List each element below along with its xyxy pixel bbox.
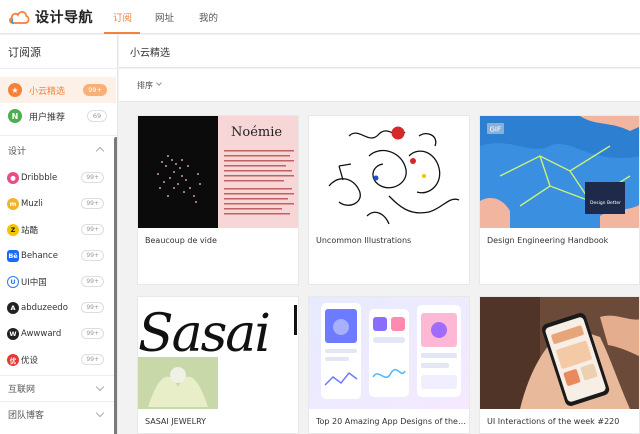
unread-count-badge: 99+ <box>83 84 107 96</box>
uisdc-icon: 优 <box>7 354 19 366</box>
card-art-heading: Sasai <box>138 304 269 364</box>
card-thumbnail: Design Better GIF <box>480 116 639 228</box>
group-header-team-blogs[interactable]: 团队博客 <box>0 402 116 426</box>
group-header-internet[interactable]: 互联网 <box>0 376 116 400</box>
card-title: SASAI JEWELRY <box>145 417 207 426</box>
source-item-uichina[interactable]: U UI中国 99+ <box>0 269 112 295</box>
card-thumbnail <box>309 297 469 409</box>
unread-count-badge: 99+ <box>81 354 104 365</box>
tab-subscribe[interactable]: 订阅 <box>113 10 132 24</box>
content-header: 小云精选 <box>119 35 640 68</box>
source-label: Dribbble <box>21 173 58 183</box>
dribbble-icon: ● <box>7 172 19 184</box>
unread-count-badge: 99+ <box>81 328 104 339</box>
sort-bar: 排序 <box>119 69 640 102</box>
source-label: UI中国 <box>21 278 47 288</box>
unread-count-badge: 99+ <box>81 172 104 183</box>
source-label: 优设 <box>21 356 39 366</box>
source-item-dribbble[interactable]: ● Dribbble 99+ <box>0 165 112 191</box>
article-card[interactable]: Noémie Beaucoup de vide <box>137 115 299 285</box>
sidebar-title: 订阅源 <box>8 46 41 59</box>
chevron-down-icon <box>156 80 162 86</box>
awwwards-icon: W <box>7 328 19 340</box>
source-item-muzli[interactable]: m Muzli 99+ <box>0 191 112 217</box>
card-art-label: Design Better <box>590 200 621 206</box>
group-header-design[interactable]: 设计 <box>0 138 116 162</box>
article-card[interactable]: Top 20 Amazing App Designs of the We... <box>308 296 470 434</box>
unread-count-badge: 99+ <box>81 224 104 235</box>
sidebar: 订阅源 ★ 小云精选 99+ N 用户推荐 69 设计 ● Dribbble 9… <box>0 35 118 434</box>
article-card[interactable]: Uncommon Illustrations <box>308 115 470 285</box>
article-card[interactable]: Sasai SASAI JEWELRY <box>137 296 299 434</box>
feed-label: 用户推荐 <box>29 112 66 123</box>
page-title: 小云精选 <box>130 48 170 59</box>
feed-item-featured[interactable]: ★ 小云精选 99+ <box>0 77 116 103</box>
feed-item-user-recommend[interactable]: N 用户推荐 69 <box>0 103 116 129</box>
tab-websites[interactable]: 网址 <box>155 10 174 24</box>
abduzeedo-icon: A <box>7 302 19 314</box>
group-label: 互联网 <box>8 384 36 395</box>
behance-icon: Bē <box>7 250 19 262</box>
source-label: Behance <box>21 251 58 261</box>
unread-count-badge: 99+ <box>81 250 104 261</box>
source-item-zcool[interactable]: Z 站酷 99+ <box>0 217 112 243</box>
gif-tag: GIF <box>490 126 502 134</box>
cloud-logo-icon <box>9 11 30 24</box>
card-title: UI Interactions of the week #220 <box>487 417 620 426</box>
card-art-heading: Noémie <box>231 125 282 140</box>
card-title: Design Engineering Handbook <box>487 236 609 245</box>
group-label: 设计 <box>8 146 27 157</box>
group-label: 团队博客 <box>8 410 45 421</box>
card-title: Beaucoup de vide <box>145 236 217 245</box>
sidebar-scrollbar[interactable] <box>114 137 117 434</box>
unread-count-badge: 69 <box>87 110 107 122</box>
tab-mine[interactable]: 我的 <box>199 10 218 24</box>
active-tab-indicator <box>104 32 140 34</box>
star-icon: ★ <box>8 83 22 97</box>
source-label: abduzeedo <box>21 303 68 313</box>
feed-label: 小云精选 <box>29 86 66 97</box>
source-label: Awwward <box>21 329 62 339</box>
n-icon: N <box>8 109 22 123</box>
source-item-behance[interactable]: Bē Behance 99+ <box>0 243 112 269</box>
source-item-abduzeedo[interactable]: A abduzeedo 99+ <box>0 295 112 321</box>
divider <box>0 68 117 69</box>
chevron-down-icon <box>95 408 105 418</box>
article-card[interactable]: Design Better GIF Design Engineering Han… <box>479 115 640 285</box>
source-item-awwwards[interactable]: W Awwward 99+ <box>0 321 112 347</box>
chevron-up-icon <box>95 146 105 156</box>
source-label: 站酷 <box>21 226 39 236</box>
app-logo[interactable]: 设计导航 <box>8 7 93 27</box>
top-navigation-bar: 设计导航 订阅 网址 我的 <box>0 0 640 34</box>
card-title: Uncommon Illustrations <box>316 236 412 245</box>
sort-dropdown[interactable]: 排序 <box>137 80 153 91</box>
unread-count-badge: 99+ <box>81 198 104 209</box>
source-item-uisdc[interactable]: 优 优设 99+ <box>0 347 112 373</box>
uichina-icon: U <box>7 276 19 288</box>
app-name: 设计导航 <box>35 10 93 26</box>
card-thumbnail: Noémie <box>138 116 298 228</box>
chevron-down-icon <box>95 382 105 392</box>
card-thumbnail: Sasai <box>138 297 298 409</box>
unread-count-badge: 99+ <box>81 302 104 313</box>
muzli-icon: m <box>7 198 19 210</box>
card-thumbnail <box>309 116 469 228</box>
divider <box>0 135 117 136</box>
zcool-icon: Z <box>7 224 19 236</box>
card-title: Top 20 Amazing App Designs of the We... <box>316 417 466 426</box>
card-thumbnail <box>480 297 639 409</box>
unread-count-badge: 99+ <box>81 276 104 287</box>
article-card[interactable]: UI Interactions of the week #220 <box>479 296 640 434</box>
source-label: Muzli <box>21 199 43 209</box>
